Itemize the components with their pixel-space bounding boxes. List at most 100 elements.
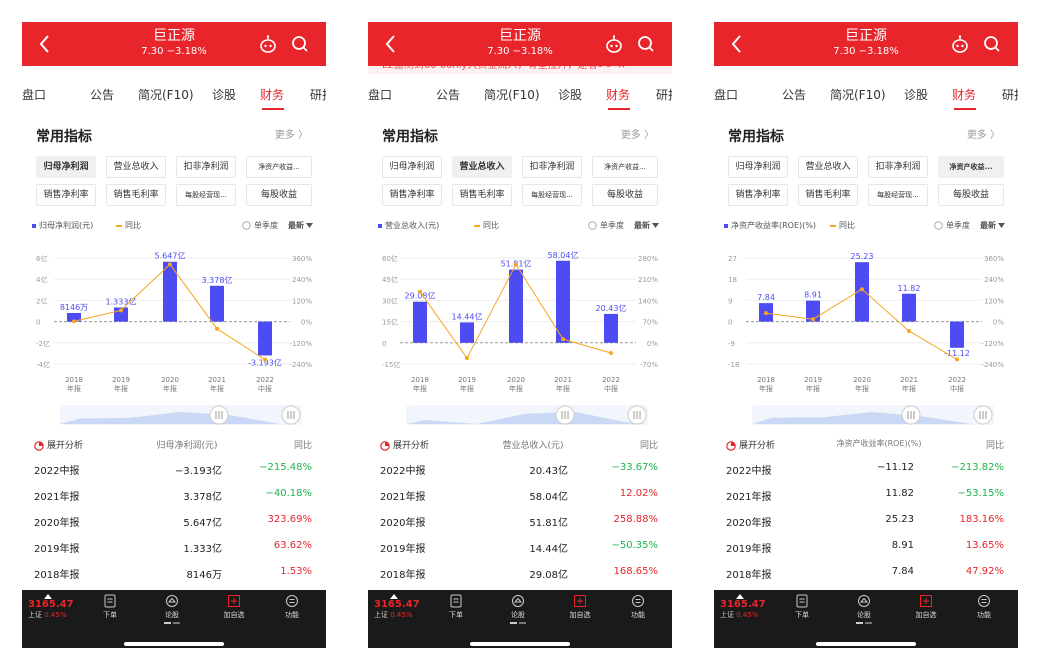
search-icon[interactable] <box>636 34 656 54</box>
expand-analysis-button[interactable]: 展开分析 <box>380 438 429 451</box>
table-row[interactable]: 2022中报 −11.12 −213.82% <box>714 456 1018 482</box>
tab-2[interactable]: 简况(F10) <box>138 86 194 103</box>
tab-1[interactable]: 公告 <box>436 86 460 103</box>
tab-3[interactable]: 诊股 <box>558 86 582 103</box>
fund-flow-banner[interactable]: L2监测到60 0only大资金流入，有望拉升，速看>> × <box>368 66 672 74</box>
indicator-chip-4[interactable]: 销售净利率 <box>36 184 96 206</box>
indicator-chip-7[interactable]: 每股收益 <box>592 184 658 206</box>
range-handle-left[interactable] <box>555 405 575 425</box>
robot-assistant-icon[interactable] <box>258 34 278 54</box>
indicator-chip-5[interactable]: 销售毛利率 <box>798 184 858 206</box>
indicator-chip-3[interactable]: 净资产收益... <box>592 156 658 178</box>
indicator-chip-4[interactable]: 销售净利率 <box>382 184 442 206</box>
tab-functions[interactable]: 功能 <box>966 594 1002 620</box>
robot-assistant-icon[interactable] <box>604 34 624 54</box>
tab-0[interactable]: 盘口 <box>714 86 738 103</box>
indicator-chip-1[interactable]: 营业总收入 <box>798 156 858 178</box>
tab-functions[interactable]: 功能 <box>274 594 310 620</box>
tab-4[interactable]: 财务 <box>606 86 630 103</box>
indicator-chip-5[interactable]: 销售毛利率 <box>106 184 166 206</box>
indicator-chip-7[interactable]: 每股收益 <box>246 184 312 206</box>
search-icon[interactable] <box>290 34 310 54</box>
tab-2[interactable]: 简况(F10) <box>484 86 540 103</box>
indicator-chip-5[interactable]: 销售毛利率 <box>452 184 512 206</box>
table-row[interactable]: 2022中报 20.43亿 −33.67% <box>368 456 672 482</box>
table-row[interactable]: 2019年报 1.333亿 63.62% <box>22 534 326 560</box>
table-row[interactable]: 2022中报 −3.193亿 −215.48% <box>22 456 326 482</box>
tab-4[interactable]: 财务 <box>260 86 284 103</box>
tab-1[interactable]: 公告 <box>90 86 114 103</box>
indicator-chip-6[interactable]: 每股经营现... <box>176 184 236 206</box>
tab-add-watchlist[interactable]: 加自选 <box>216 594 252 620</box>
range-handle-right[interactable] <box>627 405 647 425</box>
indicator-chip-2[interactable]: 扣非净利润 <box>868 156 928 178</box>
tab-2[interactable]: 简况(F10) <box>830 86 886 103</box>
tab-0[interactable]: 盘口 <box>22 86 46 103</box>
tab-4[interactable]: 财务 <box>952 86 976 103</box>
table-row[interactable]: 2021年报 11.82 −53.15% <box>714 482 1018 508</box>
index-ticker[interactable]: 3165.47 上证 0.45% <box>28 594 88 620</box>
range-handle-left[interactable] <box>209 405 229 425</box>
table-row[interactable]: 2020年报 51.81亿 258.88% <box>368 508 672 534</box>
tab-order[interactable]: 下单 <box>438 594 474 620</box>
more-link[interactable]: 更多 〉 <box>967 126 1000 141</box>
tab-5[interactable]: 研报 <box>656 86 672 103</box>
chart-range-slider[interactable] <box>752 404 994 426</box>
more-link[interactable]: 更多 〉 <box>621 126 654 141</box>
chart-range-slider[interactable] <box>60 404 302 426</box>
tab-3[interactable]: 诊股 <box>212 86 236 103</box>
tab-discuss[interactable]: 论股 <box>500 594 536 625</box>
table-row[interactable]: 2020年报 5.647亿 323.69% <box>22 508 326 534</box>
table-row[interactable]: 2018年报 8146万 1.53% <box>22 560 326 586</box>
table-row[interactable]: 2020年报 25.23 183.16% <box>714 508 1018 534</box>
latest-dropdown[interactable]: 最新 <box>980 220 1005 231</box>
range-handle-left[interactable] <box>901 405 921 425</box>
tab-1[interactable]: 公告 <box>782 86 806 103</box>
search-icon[interactable] <box>982 34 1002 54</box>
latest-dropdown[interactable]: 最新 <box>634 220 659 231</box>
tab-functions[interactable]: 功能 <box>620 594 656 620</box>
indicator-chip-1[interactable]: 营业总收入 <box>106 156 166 178</box>
tab-5[interactable]: 研报 <box>310 86 326 103</box>
indicator-chip-3[interactable]: 净资产收益... <box>246 156 312 178</box>
robot-assistant-icon[interactable] <box>950 34 970 54</box>
chart-range-slider[interactable] <box>406 404 648 426</box>
expand-analysis-button[interactable]: 展开分析 <box>34 438 83 451</box>
table-row[interactable]: 2018年报 7.84 47.92% <box>714 560 1018 586</box>
index-ticker[interactable]: 3165.47 上证 0.45% <box>374 594 434 620</box>
tab-add-watchlist[interactable]: 加自选 <box>562 594 598 620</box>
quarter-toggle[interactable]: 单季度 <box>242 220 278 231</box>
indicator-chip-6[interactable]: 每股经营现... <box>868 184 928 206</box>
table-row[interactable]: 2021年报 58.04亿 12.02% <box>368 482 672 508</box>
tab-discuss[interactable]: 论股 <box>154 594 190 625</box>
index-ticker[interactable]: 3165.47 上证 0.45% <box>720 594 780 620</box>
latest-dropdown[interactable]: 最新 <box>288 220 313 231</box>
indicator-chip-0[interactable]: 归母净利润 <box>728 156 788 178</box>
table-row[interactable]: 2018年报 29.08亿 168.65% <box>368 560 672 586</box>
quarter-toggle[interactable]: 单季度 <box>588 220 624 231</box>
tab-order[interactable]: 下单 <box>92 594 128 620</box>
indicator-chip-4[interactable]: 销售净利率 <box>728 184 788 206</box>
table-row[interactable]: 2019年报 8.91 13.65% <box>714 534 1018 560</box>
indicator-chip-0[interactable]: 归母净利润 <box>36 156 96 178</box>
indicator-chip-1[interactable]: 营业总收入 <box>452 156 512 178</box>
indicator-chip-6[interactable]: 每股经营现... <box>522 184 582 206</box>
table-row[interactable]: 2019年报 14.44亿 −50.35% <box>368 534 672 560</box>
expand-analysis-button[interactable]: 展开分析 <box>726 438 775 451</box>
tab-3[interactable]: 诊股 <box>904 86 928 103</box>
indicator-chip-0[interactable]: 归母净利润 <box>382 156 442 178</box>
tab-0[interactable]: 盘口 <box>368 86 392 103</box>
quarter-toggle[interactable]: 单季度 <box>934 220 970 231</box>
more-link[interactable]: 更多 〉 <box>275 126 308 141</box>
tab-5[interactable]: 研报 <box>1002 86 1018 103</box>
tab-discuss[interactable]: 论股 <box>846 594 882 625</box>
range-handle-right[interactable] <box>973 405 993 425</box>
tab-order[interactable]: 下单 <box>784 594 820 620</box>
range-handle-right[interactable] <box>281 405 301 425</box>
tab-add-watchlist[interactable]: 加自选 <box>908 594 944 620</box>
indicator-chip-2[interactable]: 扣非净利润 <box>522 156 582 178</box>
indicator-chip-2[interactable]: 扣非净利润 <box>176 156 236 178</box>
indicator-chip-7[interactable]: 每股收益 <box>938 184 1004 206</box>
indicator-chip-3[interactable]: 净资产收益... <box>938 156 1004 178</box>
table-row[interactable]: 2021年报 3.378亿 −40.18% <box>22 482 326 508</box>
